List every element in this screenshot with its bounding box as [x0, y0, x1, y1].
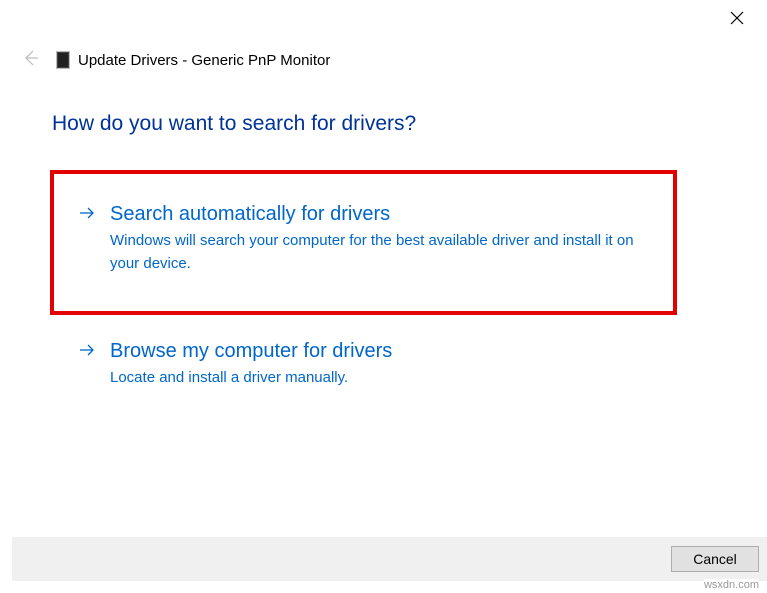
title-group: Update Drivers - Generic PnP Monitor	[56, 51, 330, 69]
update-drivers-dialog: Update Drivers - Generic PnP Monitor How…	[0, 0, 767, 593]
option-title: Browse my computer for drivers	[110, 337, 651, 365]
cancel-button[interactable]: Cancel	[671, 546, 759, 572]
close-button[interactable]	[725, 8, 749, 32]
arrow-left-icon	[21, 49, 39, 71]
option-search-automatically[interactable]: Search automatically for drivers Windows…	[50, 170, 677, 315]
breadcrumb: Update Drivers - Generic PnP Monitor	[78, 52, 330, 69]
watermark: wsxdn.com	[704, 579, 759, 591]
options-list: Search automatically for drivers Windows…	[50, 170, 677, 396]
option-description: Locate and install a driver manually.	[110, 367, 651, 390]
arrow-right-icon	[78, 341, 96, 359]
back-button[interactable]	[20, 50, 40, 70]
footer-bar: Cancel	[12, 537, 767, 581]
option-text: Search automatically for drivers Windows…	[110, 200, 651, 275]
option-title: Search automatically for drivers	[110, 200, 651, 228]
option-description: Windows will search your computer for th…	[110, 230, 651, 275]
monitor-icon	[56, 51, 70, 69]
option-text: Browse my computer for drivers Locate an…	[110, 337, 651, 390]
arrow-right-icon	[78, 204, 96, 222]
close-icon	[730, 11, 744, 29]
page-heading: How do you want to search for drivers?	[52, 112, 416, 136]
option-browse-computer[interactable]: Browse my computer for drivers Locate an…	[50, 331, 677, 396]
header-row: Update Drivers - Generic PnP Monitor	[20, 50, 747, 70]
